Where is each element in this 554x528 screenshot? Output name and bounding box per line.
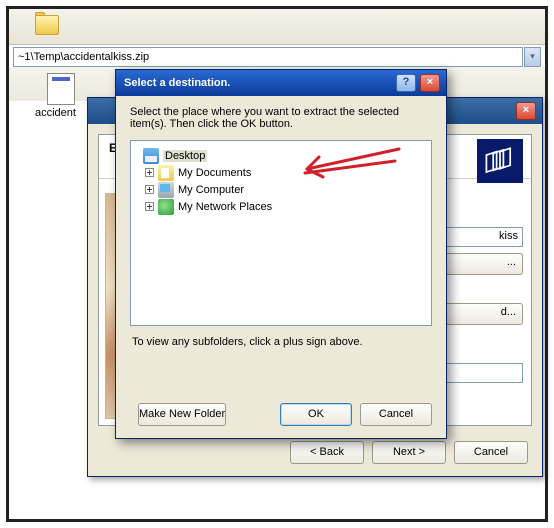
tree-node-label: Desktop [163,150,207,162]
desktop-icon [143,148,159,164]
folder-icon [35,15,59,35]
dialog-buttons: Make New Folder OK Cancel [130,403,432,426]
zip-file-icon[interactable] [47,73,75,105]
expand-icon[interactable] [145,168,154,177]
tree-node-network[interactable]: My Network Places [135,198,427,215]
address-dropdown-button[interactable]: ▾ [524,47,541,67]
tree-node-desktop[interactable]: Desktop [135,147,427,164]
computer-icon [158,182,174,198]
folder-tree[interactable]: Desktop My Documents My Computer My Netw… [130,140,432,326]
app-window: ~1\Temp\accidentalkiss.zip ▾ accident × … [6,6,548,522]
network-icon [158,199,174,215]
tree-node-label: My Network Places [178,201,272,213]
zip-file-label[interactable]: accident [35,107,76,119]
expand-icon[interactable] [145,202,154,211]
address-bar[interactable]: ~1\Temp\accidentalkiss.zip [13,47,523,67]
next-button[interactable]: Next > [372,441,446,464]
documents-icon [158,165,174,181]
dialog-title: Select a destination. [124,77,230,89]
close-icon[interactable]: × [420,74,440,92]
ok-button[interactable]: OK [280,403,352,426]
wizard-logo-icon [477,139,523,183]
cancel-button[interactable]: Cancel [360,403,432,426]
tree-node-label: My Computer [178,184,244,196]
tree-node-mycomputer[interactable]: My Computer [135,181,427,198]
select-destination-dialog: Select a destination. ? × Select the pla… [115,69,447,439]
back-button[interactable]: < Back [290,441,364,464]
dialog-instruction: Select the place where you want to extra… [130,106,432,130]
dialog-hint: To view any subfolders, click a plus sig… [132,336,430,348]
close-icon[interactable]: × [516,102,536,120]
help-icon[interactable]: ? [396,74,416,92]
make-new-folder-button[interactable]: Make New Folder [138,403,226,426]
wizard-buttons: < Back Next > Cancel [290,441,528,464]
tree-node-mydocs[interactable]: My Documents [135,164,427,181]
cancel-button[interactable]: Cancel [454,441,528,464]
dialog-titlebar[interactable]: Select a destination. ? × [116,70,446,96]
dialog-body: Select the place where you want to extra… [116,96,446,358]
expand-icon[interactable] [145,185,154,194]
tree-node-label: My Documents [178,167,251,179]
explorer-toolbar [9,9,545,45]
